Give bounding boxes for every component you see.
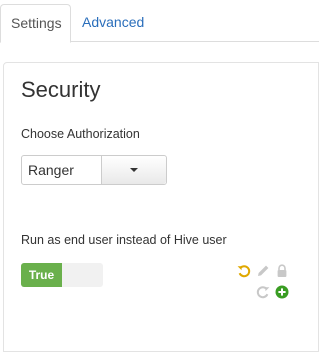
authorization-select[interactable]: Ranger: [21, 155, 167, 185]
tab-advanced[interactable]: Advanced: [72, 4, 154, 42]
redo-icon[interactable]: [256, 285, 270, 299]
add-icon[interactable]: [275, 285, 289, 299]
undo-icon[interactable]: [237, 264, 251, 278]
run-as-end-user-label: Run as end user instead of Hive user: [21, 233, 227, 247]
authorization-label: Choose Authorization: [21, 127, 140, 141]
toggle-on-label: True: [21, 263, 62, 287]
panel-title: Security: [21, 77, 101, 102]
dropdown-button[interactable]: [101, 156, 166, 184]
tab-bar: Settings Advanced: [0, 0, 319, 43]
lock-icon[interactable]: [275, 264, 289, 278]
security-panel: Security Choose Authorization Ranger Run…: [3, 62, 319, 352]
edit-icon[interactable]: [256, 264, 270, 278]
run-as-end-user-toggle[interactable]: True: [21, 263, 103, 287]
authorization-selected-value: Ranger: [28, 162, 74, 178]
chevron-down-icon: [130, 168, 138, 172]
tab-settings[interactable]: Settings: [0, 4, 71, 43]
